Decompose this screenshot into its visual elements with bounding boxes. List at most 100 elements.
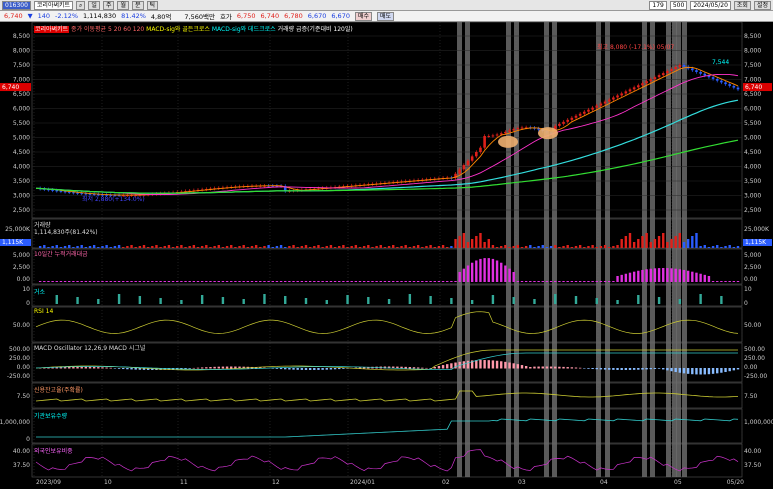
ratio-bar [554, 281, 557, 282]
stock-code-input[interactable]: 016300 [2, 0, 31, 10]
settings-button[interactable]: 설정 [753, 0, 771, 10]
ratio-bar [645, 269, 648, 282]
candle-body [641, 83, 644, 86]
ratio-panel-title: 10일간 누적거래대금 [34, 251, 88, 258]
volume-bar [462, 233, 466, 248]
sell-button[interactable]: 매도 [377, 11, 395, 21]
volume-bar [308, 247, 312, 248]
sub-bar [346, 295, 349, 304]
volume-bar [433, 247, 436, 248]
macd-bar [728, 368, 731, 372]
ratio-bar [304, 281, 308, 282]
ratio-bar [51, 281, 54, 282]
volume-bar [126, 246, 129, 248]
ratio-bar [192, 281, 196, 282]
volume-bar [92, 245, 96, 248]
ratio-bar [682, 269, 686, 282]
price-tick-right: 2,500 [744, 207, 761, 214]
ratio-bar [711, 281, 715, 282]
period-count-input[interactable]: 179 [649, 0, 667, 10]
candle-body [466, 160, 470, 166]
period-min-button[interactable]: 분 [132, 0, 144, 10]
ratio-bar [184, 281, 187, 282]
volume-bar [155, 245, 158, 248]
ratio-bar [346, 281, 349, 282]
macd-bar [682, 368, 686, 374]
candle-body [670, 69, 673, 72]
view-button[interactable]: 조회 [733, 0, 751, 10]
ratio-bar [308, 281, 312, 282]
ratio-bar [529, 281, 532, 282]
macd-bar [587, 368, 590, 369]
volume-bar [217, 245, 220, 248]
macd-bar [558, 366, 561, 369]
ratio-bar [209, 281, 212, 282]
ma-label: 7,544 [712, 59, 730, 66]
macd-bar [520, 365, 524, 369]
macd-bar [545, 366, 549, 369]
volume-bar [263, 246, 266, 248]
macd-bar [678, 368, 682, 373]
macd-bar [670, 368, 673, 372]
ratio-bar [599, 281, 603, 282]
candle-body [724, 82, 727, 85]
price-tick-right: 3,000 [744, 193, 761, 200]
stock-name[interactable]: 코리아써키트 [33, 0, 74, 10]
volume-bar [674, 236, 677, 248]
ratio-bar [429, 281, 432, 282]
volume-bar [649, 242, 652, 248]
volume-bar [109, 247, 112, 248]
chart-canvas[interactable]: 2023/09 10 11 12 2024/01 02 03 04 05 05/20 8,500 8,… [0, 21, 773, 489]
period-month-button[interactable]: 월 [117, 0, 129, 10]
date-input[interactable]: 2024/05/20 [690, 0, 731, 10]
volume-bar [259, 247, 262, 248]
amount-value: 4,80억 [150, 13, 172, 21]
volume-bar [68, 245, 71, 248]
search-icon[interactable]: ⌕ [76, 0, 86, 10]
candle-body [628, 89, 632, 92]
chart-area[interactable]: 2023/09 10 11 12 2024/01 02 03 04 05 05/20 8,500 8,… [0, 21, 773, 489]
sub-bar [637, 295, 640, 304]
price-tag-right-text: 6,740 [745, 84, 762, 91]
x-axis-label: 12 [272, 479, 280, 486]
ratio-bar [188, 281, 191, 282]
volume-bar [84, 247, 88, 248]
volume-tick-left: 25,000K [5, 226, 31, 233]
highlight-band [457, 22, 462, 477]
volume-bar [574, 246, 578, 248]
highlight-band [506, 22, 511, 477]
x-axis-label: 03 [518, 479, 526, 486]
macd-bar [487, 360, 490, 369]
candle-body [470, 156, 474, 161]
sub-bar [284, 296, 287, 304]
macd-bar [666, 368, 669, 371]
macd-bar [541, 366, 544, 369]
macd-bar [225, 366, 229, 369]
ratio-bar [728, 281, 731, 282]
highlight-band [650, 22, 655, 477]
period-tick-button[interactable]: 틱 [146, 0, 159, 10]
price-tick-left: 4,500 [13, 149, 30, 156]
candle-body [508, 130, 511, 132]
volume-bar [616, 245, 619, 248]
unit-input[interactable]: 500 [669, 0, 688, 10]
volume-bar [716, 245, 719, 248]
ratio-bar [466, 265, 470, 282]
ratio-bar [200, 281, 204, 282]
volume-bar [603, 245, 607, 248]
buy-button[interactable]: 매수 [354, 11, 373, 21]
sub-bar [200, 295, 204, 304]
sub-bar [55, 295, 58, 304]
candle-body [728, 84, 731, 86]
candle-body [715, 78, 719, 81]
period-week-button[interactable]: 주 [102, 0, 115, 10]
credit-tick-left: 7.50 [17, 393, 31, 400]
ratio-bar [275, 281, 279, 282]
volume-bar [342, 245, 345, 248]
candle-body [458, 169, 461, 174]
sub-bar [97, 299, 100, 304]
legend-ma: 종가 이동평균 5 20 60 120 [71, 26, 145, 33]
period-day-button[interactable]: 일 [88, 0, 100, 10]
volume-bar [72, 247, 75, 248]
panel-frame [31, 218, 743, 249]
